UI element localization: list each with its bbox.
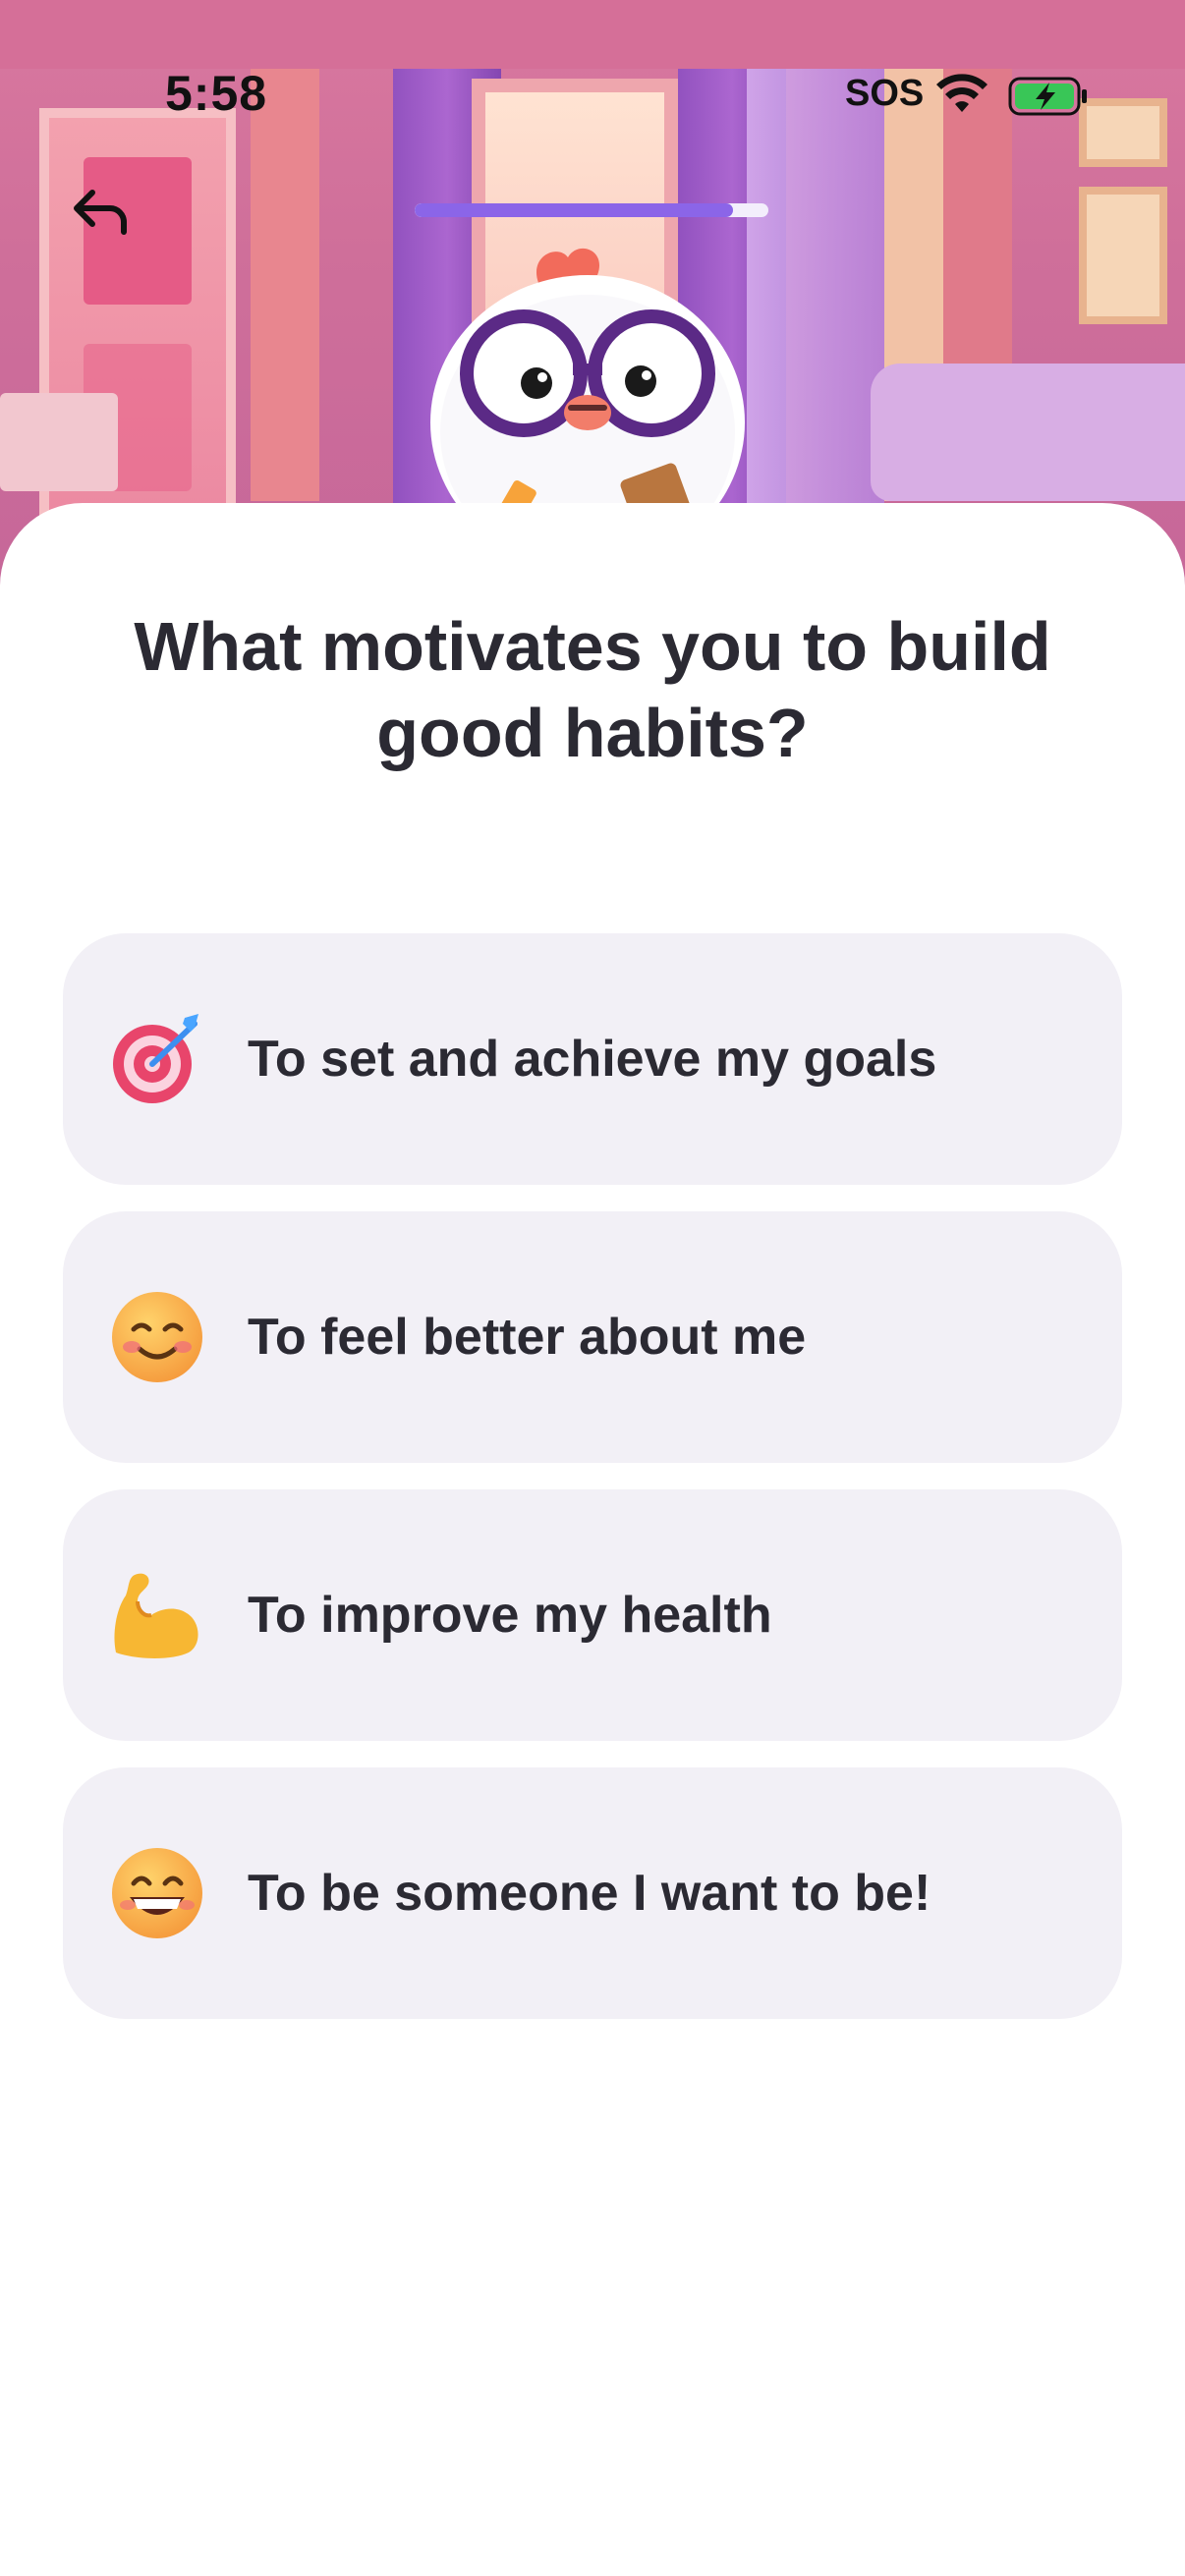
option-label: To feel better about me [248,1309,807,1366]
side-table-illustration [0,393,118,491]
option-improve-health[interactable]: To improve my health [63,1489,1122,1741]
chicken-with-glasses-mascot [430,248,745,521]
target-dart-emoji [108,1010,206,1108]
flexed-biceps-emoji [108,1566,206,1664]
answer-options-list: To set and achieve my goals To feel bett… [63,933,1122,2045]
wifi-icon [936,74,988,112]
smiling-face-emoji [108,1288,206,1386]
back-arrow-icon [74,190,127,235]
onboarding-progress-bar [415,203,768,217]
option-be-someone[interactable]: To be someone I want to be! [63,1767,1122,2019]
option-set-goals[interactable]: To set and achieve my goals [63,933,1122,1185]
sofa-illustration [871,364,1185,501]
status-bar: 5:58 SOS [0,0,1185,138]
battery-charging-icon [1008,77,1087,116]
back-button[interactable] [65,177,136,248]
status-time: 5:58 [165,66,268,121]
progress-fill [415,203,733,217]
question-title: What motivates you to build good habits? [134,608,1051,771]
option-label: To be someone I want to be! [248,1865,931,1922]
option-feel-better[interactable]: To feel better about me [63,1211,1122,1463]
option-label: To set and achieve my goals [248,1031,937,1088]
status-carrier-text: SOS [845,73,925,114]
option-label: To improve my health [248,1587,772,1644]
grinning-face-emoji [108,1844,206,1942]
